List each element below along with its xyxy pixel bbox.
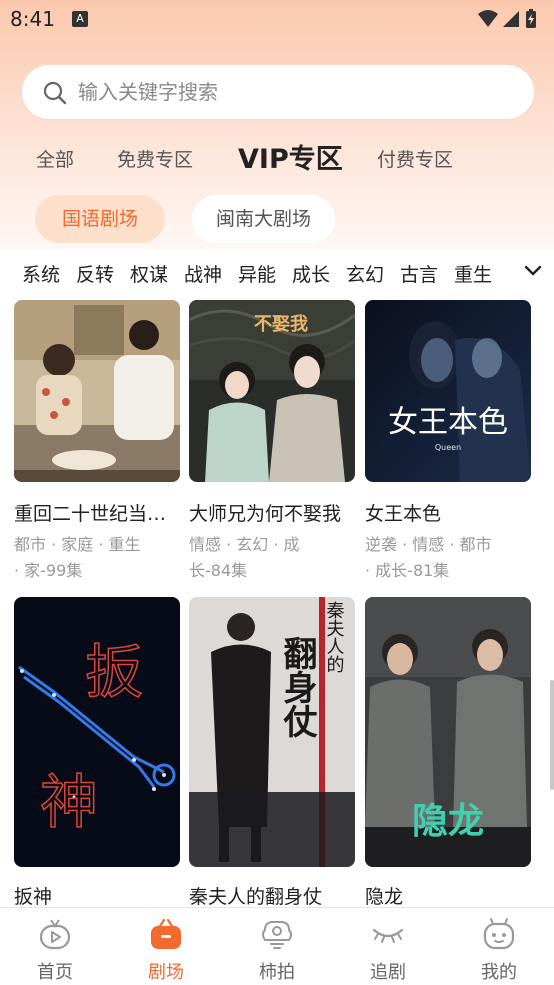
genre-item[interactable]: 系统	[22, 260, 60, 287]
genre-item[interactable]: 异能	[238, 260, 276, 287]
drama-poster[interactable]: 女王本色 Queen	[365, 300, 531, 482]
tab-free-zone[interactable]: 免费专区	[117, 145, 193, 172]
eye-closed-icon	[372, 928, 404, 943]
drama-poster[interactable]: 不娶我	[189, 300, 355, 482]
signal-icon	[503, 11, 519, 27]
drama-meta: 逆袭 · 情感 · 都市 · 成长-81集	[365, 532, 531, 584]
zone-tabs: 全部 免费专区 VIP专区 付费专区	[0, 135, 554, 179]
tab-all[interactable]: 全部	[36, 145, 74, 172]
tab-vip-zone[interactable]: VIP专区	[238, 137, 343, 176]
poster-text: 秦夫人的	[324, 601, 345, 674]
nav-label: 追剧	[370, 962, 406, 983]
chevron-down-icon[interactable]	[524, 264, 542, 278]
tab-paid-zone[interactable]: 付费专区	[377, 145, 453, 172]
search-input[interactable]	[78, 65, 508, 119]
drama-poster[interactable]	[14, 300, 180, 482]
drama-title[interactable]: 大师兄为何不娶我	[189, 499, 361, 526]
genre-filter-row: 系统 反转 权谋 战神 异能 成长 玄幻 古言 重生	[0, 250, 554, 294]
nav-label: 柿拍	[259, 962, 295, 983]
drama-title[interactable]: 女王本色	[365, 499, 537, 526]
nav-item-home[interactable]: 首页	[0, 908, 110, 985]
poster-text: 不娶我	[254, 314, 308, 335]
nav-label: 剧场	[148, 962, 184, 983]
drama-tags: 逆袭 · 情感 · 都市	[365, 535, 492, 554]
robot-face-icon	[483, 918, 515, 950]
nav-item-theater[interactable]: 剧场	[111, 908, 221, 985]
poster-subtext: Queen	[435, 443, 461, 452]
drama-meta: 情感 · 玄幻 · 成 长-84集	[189, 532, 355, 584]
play-tv-icon	[39, 919, 71, 950]
drama-meta: 都市 · 家庭 · 重生 · 家-99集	[14, 532, 180, 584]
chip-minnan-theater[interactable]: 闽南大剧场	[192, 195, 335, 243]
scrollbar-thumb[interactable]	[550, 680, 554, 790]
poster-text: 翻身仗	[277, 636, 318, 738]
poster-text: 扳	[85, 638, 143, 706]
genre-item[interactable]: 战神	[184, 260, 222, 287]
poster-text: 神	[40, 768, 98, 836]
nav-item-follow[interactable]: 追剧	[333, 908, 443, 985]
drama-poster[interactable]: 秦夫人的 翻身仗	[189, 597, 355, 867]
drama-tags-cont: · 成长-81集	[365, 561, 450, 580]
genre-item[interactable]: 古言	[400, 260, 438, 287]
drama-title[interactable]: 扳神	[14, 882, 186, 909]
theater-bag-icon	[151, 918, 181, 949]
drama-poster[interactable]: 扳 神	[14, 597, 180, 867]
nav-item-mine[interactable]: 我的	[444, 908, 554, 985]
drama-tags-cont: 长-84集	[189, 561, 248, 580]
genre-item[interactable]: 反转	[76, 260, 114, 287]
status-bar: 8:41 A	[0, 0, 554, 40]
search-icon	[43, 81, 67, 105]
poster-text: 隐龙	[412, 801, 484, 842]
drama-title[interactable]: 隐龙	[365, 882, 537, 909]
nav-label: 首页	[37, 962, 73, 983]
drama-tags-cont: · 家-99集	[14, 561, 83, 580]
drama-poster[interactable]: 隐龙	[365, 597, 531, 867]
drama-title[interactable]: 秦夫人的翻身仗	[189, 882, 361, 909]
nav-item-shoot[interactable]: 柿拍	[222, 908, 332, 985]
bottom-nav: 首页 剧场 柿拍 追剧 我的	[0, 907, 554, 985]
status-time: 8:41	[10, 7, 55, 31]
drama-title[interactable]: 重回二十世纪当…	[14, 499, 186, 526]
notification-icon: A	[72, 11, 88, 27]
wifi-icon	[478, 10, 498, 27]
poster-text: 女王本色	[388, 405, 508, 440]
genre-item[interactable]: 重生	[454, 260, 492, 287]
genre-item[interactable]: 玄幻	[346, 260, 384, 287]
status-icons	[476, 8, 540, 30]
genre-item[interactable]: 成长	[292, 260, 330, 287]
drama-tags: 情感 · 玄幻 · 成	[189, 535, 300, 554]
battery-icon	[526, 9, 536, 28]
genre-item[interactable]: 权谋	[130, 260, 168, 287]
drama-tags: 都市 · 家庭 · 重生	[14, 535, 141, 554]
search-bar[interactable]	[22, 65, 534, 119]
nav-label: 我的	[481, 962, 517, 983]
chip-mandarin-theater[interactable]: 国语剧场	[35, 195, 165, 243]
camera-icon	[262, 921, 292, 949]
